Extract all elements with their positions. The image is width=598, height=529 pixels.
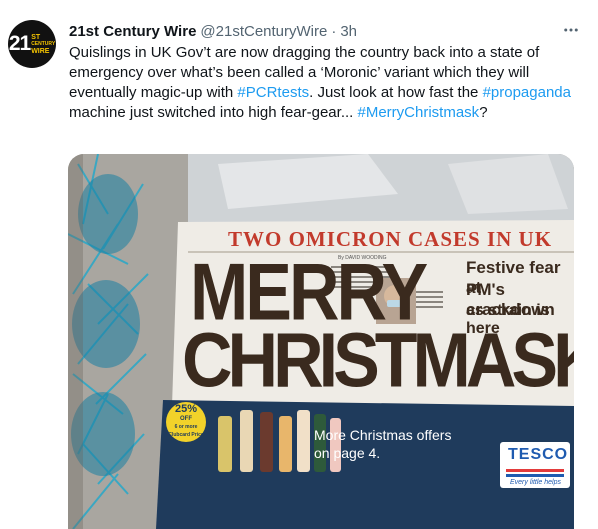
hashtag-merrychristmask[interactable]: #MerryChristmask [358, 104, 480, 121]
more-button[interactable] [561, 20, 581, 40]
hashtag-pcrtests[interactable]: #PCRtests [237, 84, 309, 101]
byline: By DAVID WOODING [338, 255, 387, 261]
author-name[interactable]: 21st Century Wire [69, 23, 196, 40]
ad-text-line-2: on page 4. [314, 445, 381, 461]
separator-dot: · [331, 22, 337, 40]
subhead-3: as strain is here [466, 302, 550, 337]
avatar[interactable]: 21 ST CENTURY WIRE [8, 20, 56, 68]
tweet-text-part: ? [479, 104, 488, 121]
avatar-line-2: CENTURY [31, 40, 56, 47]
offer-badge-percent: 25% [174, 403, 198, 415]
offer-badge-quantity: 6 or more [174, 424, 198, 430]
author-handle[interactable]: @21stCenturyWire [200, 23, 327, 40]
timestamp[interactable]: 3h [340, 23, 357, 40]
hashtag-propaganda[interactable]: #propaganda [483, 84, 571, 101]
tweet-text-part: . Just look at how fast the [309, 84, 483, 101]
offer-badge-clubcard: Clubcard Price [168, 432, 204, 438]
more-horizontal-icon [564, 28, 578, 32]
tweet-text-part: machine just switched into high fear-gea… [69, 104, 358, 121]
tweet-media-photo[interactable]: TWO OMICRON CASES IN UK MERRY CHRISTMASK… [68, 154, 574, 529]
tweet[interactable]: 21 ST CENTURY WIRE 21st Century Wire @21… [0, 0, 598, 529]
offer-badge-off: OFF [180, 416, 192, 422]
offer-badge: 25% OFF 6 or more Clubcard Price [168, 404, 204, 439]
tweet-header: 21st Century Wire @21stCenturyWire · 3h [69, 21, 357, 41]
avatar-line-1: ST [31, 33, 41, 41]
avatar-number: 21 [8, 32, 31, 55]
tesco-logo: TESCO [508, 446, 569, 463]
avatar-line-3: WIRE [31, 47, 50, 55]
avatar-text: ST CENTURY WIRE [31, 34, 55, 55]
tweet-text: Quislings in UK Gov’t are now dragging t… [69, 43, 574, 123]
tesco-tagline: Every little helps [510, 479, 561, 486]
ad-text-line-1: More Christmas offers [314, 427, 452, 443]
